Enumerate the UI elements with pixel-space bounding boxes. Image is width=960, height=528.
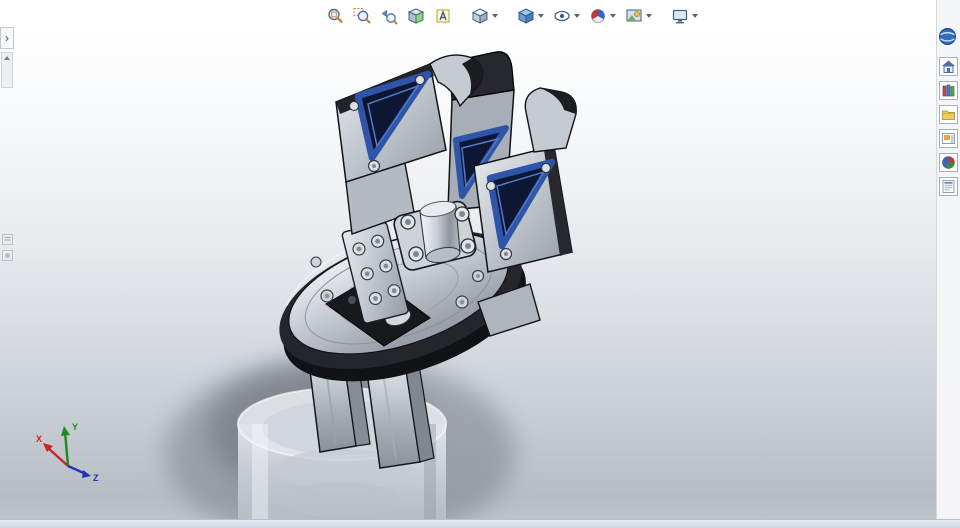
- edit-appearance-button[interactable]: [585, 4, 620, 28]
- home-icon: [942, 60, 955, 73]
- home-button[interactable]: [939, 57, 958, 76]
- solidworks-window: X Y Z ›: [0, 0, 960, 528]
- expand-chevron-icon: ›: [5, 31, 9, 45]
- file-explorer-button[interactable]: [939, 105, 958, 124]
- status-bar: [0, 519, 960, 528]
- triad-z-label: Z: [93, 473, 99, 482]
- previous-view-button[interactable]: [376, 4, 402, 28]
- zoom-to-area-icon: [353, 8, 371, 24]
- toolbar-separator: [503, 16, 512, 17]
- hide-show-items-icon: [554, 10, 570, 22]
- viewport-3d[interactable]: X Y Z: [0, 0, 960, 528]
- hide-show-items-button[interactable]: [549, 4, 584, 28]
- view-orientation-button[interactable]: [467, 4, 502, 28]
- display-style-icon: [517, 8, 535, 24]
- view-orientation-icon: [471, 8, 489, 24]
- apply-scene-dropdown[interactable]: [646, 14, 652, 18]
- toolbar-separator: [657, 16, 666, 17]
- section-view-button[interactable]: [403, 4, 429, 28]
- custom-properties-icon: [942, 180, 955, 193]
- model-robotic-gripper[interactable]: [0, 0, 960, 528]
- solidworks-resources-icon: [939, 28, 956, 45]
- view-orientation-dropdown[interactable]: [492, 14, 498, 18]
- triad-x-label: X: [36, 434, 42, 444]
- appearances-scenes-button[interactable]: [939, 153, 958, 172]
- display-style-dropdown[interactable]: [538, 14, 544, 18]
- left-mini-scrollbar[interactable]: [1, 52, 13, 88]
- zoom-to-fit-button[interactable]: [322, 4, 348, 28]
- collapsed-panel-icon-1[interactable]: [2, 234, 13, 245]
- edit-appearance-dropdown[interactable]: [610, 14, 616, 18]
- file-explorer-icon: [942, 110, 955, 120]
- previous-view-icon: [381, 9, 398, 25]
- zoom-to-area-button[interactable]: [349, 4, 375, 28]
- apply-scene-button[interactable]: [621, 4, 656, 28]
- task-pane-toolbar: [936, 0, 960, 528]
- section-view-icon: [407, 8, 425, 24]
- view-settings-icon: [672, 9, 688, 24]
- apply-scene-icon: [626, 9, 642, 22]
- toolbar-separator: [457, 16, 466, 17]
- custom-properties-button[interactable]: [939, 177, 958, 196]
- scroll-up-arrow-icon: [4, 56, 10, 60]
- edit-appearance-icon: [591, 9, 605, 23]
- view-settings-button[interactable]: [667, 4, 702, 28]
- dynamic-annotation-views-icon: [436, 9, 450, 23]
- feature-panel-expand-button[interactable]: ›: [0, 27, 14, 49]
- hide-show-items-dropdown[interactable]: [574, 14, 580, 18]
- design-library-icon: [942, 84, 955, 97]
- view-palette-icon: [942, 133, 955, 144]
- collapsed-panel-icon-2[interactable]: [2, 250, 13, 261]
- view-palette-button[interactable]: [939, 129, 958, 148]
- reference-triad[interactable]: X Y Z: [34, 420, 104, 482]
- display-style-button[interactable]: [513, 4, 548, 28]
- zoom-to-fit-icon: [328, 8, 343, 23]
- dynamic-annotation-views-button[interactable]: [430, 4, 456, 28]
- solidworks-resources-button[interactable]: [938, 26, 959, 47]
- view-settings-dropdown[interactable]: [692, 14, 698, 18]
- heads-up-toolbar: [322, 4, 702, 28]
- design-library-button[interactable]: [939, 81, 958, 100]
- appearances-scenes-icon: [942, 156, 955, 169]
- triad-y-label: Y: [72, 422, 78, 432]
